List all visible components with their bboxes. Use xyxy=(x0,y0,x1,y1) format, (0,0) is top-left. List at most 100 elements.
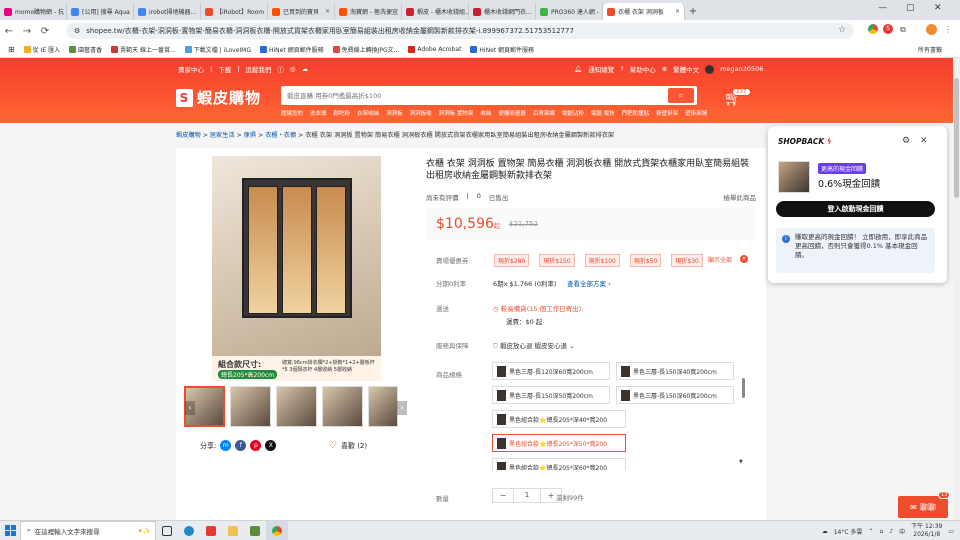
apps-grid-icon[interactable]: ⊞ xyxy=(8,45,15,54)
voucher-chip[interactable]: 現折$100 xyxy=(584,254,620,267)
search-keyword-link[interactable]: 收納 xyxy=(480,109,491,117)
voucher-expand-icon[interactable]: ✕ xyxy=(740,255,748,263)
bookmark-item[interactable]: 園藝書香 xyxy=(69,45,102,54)
thumbnail[interactable] xyxy=(322,386,363,427)
search-keyword-link[interactable]: 耐吃粉 xyxy=(334,109,351,117)
browser-tab[interactable]: 已買到的寶貝 ✕ xyxy=(268,3,335,20)
product-main-image[interactable]: 組合款尺寸: 總長205*高200cm 總寬:96cm掛衣欄*2+掛鉤*1+2+… xyxy=(212,156,381,381)
messenger-icon[interactable]: m xyxy=(220,440,232,451)
bookmark-star-icon[interactable]: ☆ xyxy=(838,25,846,35)
browser-tab[interactable]: [公用] 搜尋 Aqua✕ xyxy=(67,3,134,20)
browser-tab[interactable]: PRO360 達人網 -✕ xyxy=(536,3,603,20)
close-panel-icon[interactable]: ✕ xyxy=(920,136,928,146)
x-icon[interactable]: X xyxy=(265,440,277,451)
bookmark-item[interactable]: 下載文檔 | iLoveIMG xyxy=(184,45,251,54)
browser-tab[interactable]: irobot掃地機器...✕ xyxy=(134,3,201,20)
settings-icon[interactable]: ⚙ xyxy=(902,136,910,146)
back-icon[interactable]: ← xyxy=(0,26,18,37)
file-explorer-icon[interactable] xyxy=(222,521,244,540)
clock[interactable]: 下午 12:39 2026/1/8 xyxy=(911,523,942,539)
spec-option[interactable]: 黑色組合款⭐總長205*深40*寬200 xyxy=(492,410,626,428)
spec-option[interactable]: 黑色組合款⭐總長205*深60*寬200 xyxy=(492,458,626,470)
browser-tab[interactable]: 淘寶網 - 極洗便宜✕ xyxy=(335,3,402,20)
forward-icon[interactable]: → xyxy=(18,26,36,37)
breadcrumb-item[interactable]: 居家生活 xyxy=(210,132,235,139)
chat-button[interactable]: ✉ 聊聊 xyxy=(898,496,948,518)
search-keyword-link[interactable]: 洗衣球 xyxy=(310,109,327,117)
service-guarantee[interactable]: ⛉ 蝦皮放心退 蝦皮安心退 ⌄ xyxy=(493,340,575,351)
taskbar-search[interactable]: ⌕ 在這裡輸入文字來搜尋 ✦✨ xyxy=(20,520,156,540)
spec-option-selected[interactable]: 黑色組合款⭐總長205*深50*寬200 xyxy=(492,434,626,452)
search-keyword-link[interactable]: 掛壁掛架 xyxy=(656,109,678,117)
seller-center-link[interactable]: 賣家中心 xyxy=(178,64,204,74)
like-button[interactable]: ♡ 喜歡 (2) xyxy=(328,440,367,451)
bookmark-item[interactable]: Adobe Acrobat xyxy=(408,46,461,53)
all-bookmarks[interactable]: 所有書籤 xyxy=(918,45,942,54)
spec-option[interactable]: 黑色三層-長120深60寬200cm xyxy=(492,362,610,380)
search-keyword-link[interactable]: 便攜吸塵器 xyxy=(498,109,526,117)
spec-scrollbar[interactable] xyxy=(742,378,745,398)
input-lang[interactable]: 中 xyxy=(899,527,905,536)
spec-scroll-down-icon[interactable]: ▼ xyxy=(739,459,743,465)
thumbnail[interactable] xyxy=(276,386,317,427)
bookmark-item[interactable]: HiNet 網頁郵件服務 xyxy=(260,45,324,54)
report-link[interactable]: 檢舉此商品 xyxy=(724,192,757,202)
weather-text[interactable]: 14°C 多雲 xyxy=(834,527,863,536)
shopback-extension-icon[interactable]: S xyxy=(883,24,893,34)
voucher-chip[interactable]: 現折$50 xyxy=(629,254,662,267)
thumb-prev-icon[interactable]: ‹ xyxy=(185,401,195,415)
close-window-icon[interactable]: ✕ xyxy=(934,3,942,13)
username-link[interactable]: megan30506 xyxy=(720,65,763,73)
user-avatar[interactable] xyxy=(705,64,715,74)
bookmark-item[interactable]: 賣範天 線上一番賞... xyxy=(111,45,176,54)
download-link[interactable]: 下載 xyxy=(218,64,231,74)
quantity-minus-button[interactable]: − xyxy=(493,489,513,502)
search-keyword-link[interactable]: 電動沾粉 xyxy=(562,109,584,117)
url-input[interactable]: ⚙ shopee.tw/衣櫃-衣架-洞洞板-置物架-簡易衣櫃-洞洞板衣櫃-開放式… xyxy=(66,23,854,39)
spec-option[interactable]: 黑色三層-長150深50寬200cm xyxy=(492,386,610,404)
volume-icon[interactable]: ♪ xyxy=(889,528,893,535)
shopee-logo[interactable]: S 蝦皮購物 xyxy=(176,87,261,108)
thumbnail[interactable] xyxy=(230,386,271,427)
bookmark-item[interactable]: HiNet 網頁郵件服務 xyxy=(470,45,534,54)
language-select[interactable]: 繁體中文 xyxy=(673,64,699,74)
chrome-icon[interactable] xyxy=(266,520,288,540)
facebook-share-icon[interactable]: f xyxy=(235,440,247,451)
search-keyword-link[interactable]: 衣架收納 xyxy=(357,109,379,117)
site-info-icon[interactable]: ⚙ xyxy=(74,27,80,35)
voucher-chip[interactable]: 現折$30 xyxy=(671,254,703,267)
search-keyword-link[interactable]: 圍繞您的 xyxy=(281,109,303,117)
breadcrumb-item[interactable]: 傢俱 xyxy=(244,132,256,139)
notifications-link[interactable]: 通知總覽 xyxy=(588,64,614,74)
line-icon[interactable]: ☁ xyxy=(302,65,309,73)
photos-icon[interactable] xyxy=(244,521,266,540)
bookmark-item[interactable]: 免費線上轉換JPG文... xyxy=(332,45,399,54)
search-keyword-link[interactable]: 百貨架線 xyxy=(533,109,555,117)
breadcrumb-item[interactable]: 蝦皮購物 xyxy=(176,132,201,139)
search-keyword-link[interactable]: 洞洞板 xyxy=(386,109,403,117)
tab-close-icon[interactable]: ✕ xyxy=(325,8,330,15)
maximize-icon[interactable]: ▢ xyxy=(906,3,915,13)
new-tab-button[interactable]: + xyxy=(685,3,701,20)
thumb-next-icon[interactable]: › xyxy=(397,401,407,415)
tab-close-icon[interactable]: ✕ xyxy=(675,8,680,15)
spec-option[interactable]: 黑色三層-長150深40寬200cm xyxy=(616,362,734,380)
quantity-input[interactable]: 1 xyxy=(513,489,541,502)
search-keyword-link[interactable]: 門把防撞貼 xyxy=(622,109,650,117)
bookmark-item[interactable]: 從 IE 匯入 xyxy=(23,45,60,54)
installment-link[interactable]: 查看全部方案 › xyxy=(567,278,611,288)
breadcrumb-item[interactable]: 衣櫃・衣櫥 xyxy=(265,132,296,139)
voucher-chip[interactable]: 現折$280 xyxy=(494,254,530,267)
browser-tab[interactable]: 櫃木收錢網門衣...✕ xyxy=(469,3,536,20)
extension-icon[interactable] xyxy=(868,24,878,34)
show-all-vouchers[interactable]: 顯示全部 xyxy=(708,255,732,264)
profile-avatar[interactable] xyxy=(926,24,937,35)
browser-tab[interactable]: momo購物網 - 抗✕ xyxy=(0,3,67,20)
search-keyword-link[interactable]: 電腦 電扶 xyxy=(591,109,615,117)
notification-icon[interactable]: ▭ xyxy=(948,528,954,535)
task-view-icon[interactable] xyxy=(156,521,178,540)
search-keyword-link[interactable]: 壁掛架鏈 xyxy=(685,109,707,117)
thumbnail[interactable] xyxy=(368,386,398,427)
tray-chevron-icon[interactable]: ⌃ xyxy=(868,528,873,535)
browser-tab[interactable]: 蝦皮 - 櫃木收錢組...✕ xyxy=(402,3,469,20)
